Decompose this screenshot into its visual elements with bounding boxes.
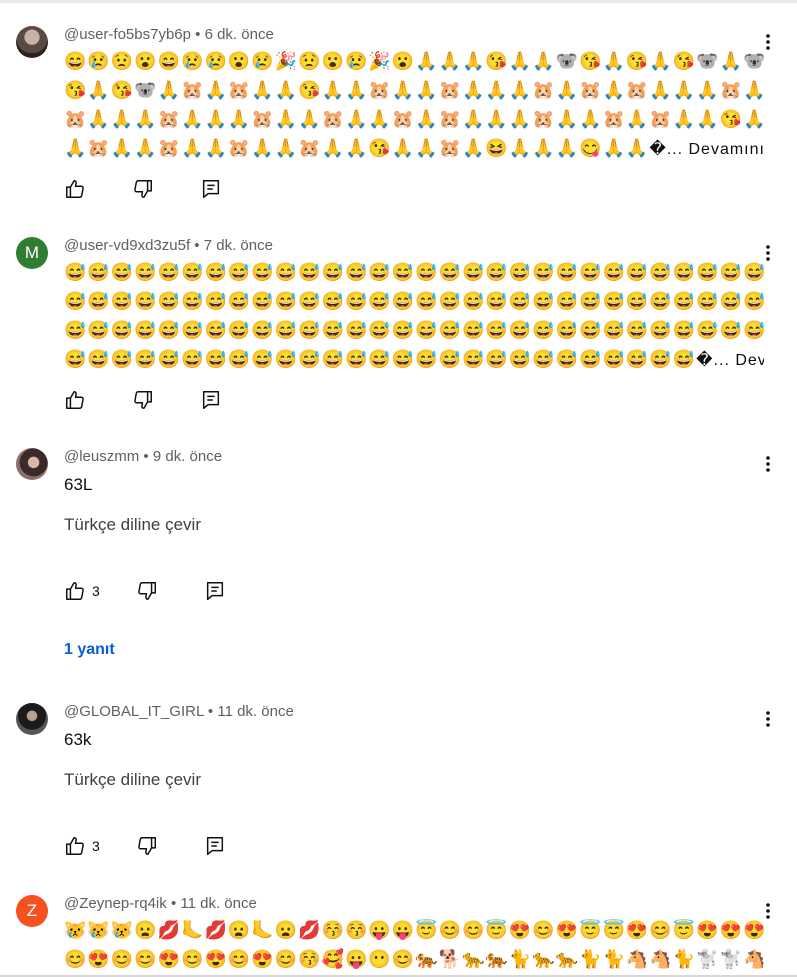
reply-icon [202,180,220,198]
comment-meta: @GLOBAL_IT_GIRL • 11 dk. önce [64,703,294,720]
comment-author[interactable]: @GLOBAL_IT_GIRL [64,703,204,720]
like-icon [66,837,84,855]
avatar[interactable] [16,26,48,58]
like-icon [66,391,84,409]
meta-separator: • [170,895,177,912]
read-more-link[interactable]: �... Devamını o... [696,352,764,369]
comment-text: 😄😢😟😮😄😢😢😮😢🎉😟😮😢🎉😮🙏🙏🙏😘🙏🙏🐨😘🙏😘🙏😘🐨🙏🐨 😘🙏😘🐨🙏🐹🙏🐹🙏… [64,47,764,163]
reply-button[interactable] [204,834,226,858]
meta-separator: • [143,448,149,465]
like-count: 3 [92,838,100,854]
comment-actions [64,177,268,201]
comment-time[interactable]: 11 dk. önce [217,703,293,720]
avatar-letter: M [24,243,40,262]
dislike-button[interactable] [132,177,154,201]
comment-author[interactable]: @Zeynep-rq4ik [64,895,167,912]
comment-text: 63k [64,730,92,749]
comment-time[interactable]: 11 dk. önce [180,895,256,912]
comment-text-line: 😅😅😅😅😅😅😅😅😅😅😅😅😅😅😅😅😅😅😅😅😅😅😅😅😅😅😅�... Devamını… [64,345,764,374]
avatar-letter: Z [26,901,38,920]
translate-link[interactable]: Türkçe diline çevir [64,515,201,535]
comment-actions: 3 [64,834,272,858]
comment-text-line-content: 😅😅😅😅😅😅😅😅😅😅😅😅😅😅😅😅😅😅😅😅😅😅😅😅😅😅😅 [64,349,697,369]
comment-meta: @Zeynep-rq4ik • 11 dk. önce [64,895,257,912]
avatar[interactable] [16,448,48,480]
read-more-link[interactable]: �... Devamını o... [649,141,764,158]
comment-text: 63L [64,475,93,494]
like-icon [66,582,84,600]
avatar[interactable]: Z [16,895,48,927]
comment-author[interactable]: @user-vd9xd3zu5f [64,237,190,254]
comment-text-line: 😅😅😅😅😅😅😅😅😅😅😅😅😅😅😅😅😅😅😅😅😅😅😅😅😅😅😅😅😅😅😅 [64,320,764,340]
comment-meta: @user-fo5bs7yb6p • 6 dk. önce [64,26,274,43]
comment-time[interactable]: 7 dk. önce [204,237,273,254]
meta-separator: • [195,26,201,43]
like-button[interactable] [64,177,86,201]
comment-text-line: 😅😅😅😅😅😅😅😅😅😅😅😅😅😅😅😅😅😅😅😅😅😅😅😅😅😅😅😅😅😅😅 [64,262,764,282]
like-button[interactable]: 3 [64,834,100,858]
avatar[interactable]: M [16,237,48,269]
like-button[interactable]: 3 [64,579,100,603]
comment-text-line: 😅😅😅😅😅😅😅😅😅😅😅😅😅😅😅😅😅😅😅😅😅😅😅😅😅😅😅😅😅😅😅 [64,291,764,311]
reply-button[interactable] [204,579,226,603]
comment-meta: @leuszmm • 9 dk. önce [64,448,222,465]
dislike-icon [134,391,152,409]
comment-author[interactable]: @user-fo5bs7yb6p [64,26,191,43]
comment-meta: @user-vd9xd3zu5f • 7 dk. önce [64,237,273,254]
dislike-button[interactable] [136,834,158,858]
comment-text-line-content: 🙏🐹🙏🙏🐹🙏🙏🐹🙏🙏🐹🙏🙏😘🙏🙏🐹🙏😆🙏🙏🙏😋🙏🙏 [64,138,650,158]
comment-author[interactable]: @leuszmm [64,448,139,465]
comment-text: 😿😿😿😦💋🦶💋😦🦶😦💋😚😚😛😛😇😊😊😇😍😊😍😇😇😍😊😇😍😍😍😇 😊😍😊😊😍😊😍😊… [64,916,764,974]
meta-separator: • [207,703,214,720]
comment-text-line: 😄😢😟😮😄😢😢😮😢🎉😟😮😢🎉😮🙏🙏🙏😘🙏🙏🐨😘🙏😘🙏😘🐨🙏🐨 [64,51,764,71]
comment-time[interactable]: 9 dk. önce [153,448,222,465]
comment-text-line: 😊😍😊😊😍😊😍😊😍😊😚🥰😛😶😊🐅🐕🐆🐅🐈🐆🐆🐈🐈🐴🐴🐈🐩🐩🐴🐩🐈 [64,949,764,969]
meta-separator: • [194,237,200,254]
like-button[interactable] [64,388,86,412]
comment-text: 😅😅😅😅😅😅😅😅😅😅😅😅😅😅😅😅😅😅😅😅😅😅😅😅😅😅😅😅😅😅😅 😅😅😅😅😅😅😅😅… [64,258,764,374]
avatar[interactable] [16,703,48,735]
like-icon [66,180,84,198]
dislike-button[interactable] [132,388,154,412]
comment-actions: 3 [64,579,272,603]
reply-icon [202,391,220,409]
comment-text-line: 🙏🐹🙏🙏🐹🙏🙏🐹🙏🙏🐹🙏🙏😘🙏🙏🐹🙏😆🙏🙏🙏😋🙏🙏�... Devamını o… [64,134,764,163]
reply-button[interactable] [200,177,222,201]
dislike-icon [134,180,152,198]
comment-actions [64,388,268,412]
comment-text-line: 😿😿😿😦💋🦶💋😦🦶😦💋😚😚😛😛😇😊😊😇😍😊😍😇😇😍😊😇😍😍😍😇 [64,920,764,940]
reply-button[interactable] [200,388,222,412]
replies-toggle[interactable]: 1 yanıt [64,641,115,659]
reply-icon [206,837,223,855]
reply-icon [206,582,223,600]
translate-link[interactable]: Türkçe diline çevir [64,770,201,790]
top-divider [0,0,797,3]
comment-text-line: 🐹🙏🙏🙏🐹🙏🙏🙏🐹🙏🙏🐹🙏🙏🐹🙏🐹🙏🙏🙏🐹🙏🙏🐹🙏🐹🙏🙏😘🙏 [64,109,764,129]
dislike-button[interactable] [136,579,158,603]
comment-time[interactable]: 6 dk. önce [205,26,274,43]
dislike-icon [137,582,156,600]
dislike-icon [137,837,156,855]
like-count: 3 [92,583,100,599]
comment-text-line: 😘🙏😘🐨🙏🐹🙏🐹🙏🙏😘🙏🙏🐹🙏🙏🐹🙏🙏🙏🐹🙏🐹🙏🐹🙏🙏🙏🐹🙏 [64,80,764,100]
